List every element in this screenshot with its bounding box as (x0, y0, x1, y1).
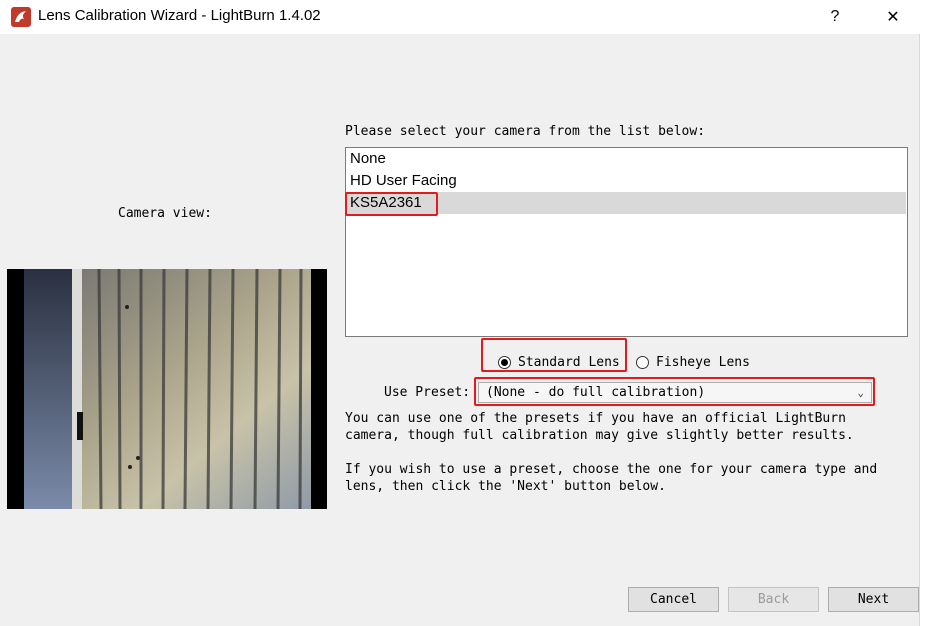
camera-view-image (7, 268, 327, 510)
camera-view-label: Camera view: (118, 206, 212, 221)
camera-list-label: Please select your camera from the list … (345, 124, 706, 139)
cancel-button[interactable]: Cancel (628, 587, 719, 612)
window-edge (919, 34, 925, 626)
highlight-box-camera (345, 192, 438, 216)
camera-list[interactable]: None HD User Facing KS5A2361 (345, 147, 908, 337)
close-button[interactable]: ✕ (870, 0, 916, 34)
lightburn-app-icon (11, 7, 31, 27)
window-title: Lens Calibration Wizard - LightBurn 1.4.… (38, 7, 321, 24)
preset-label: Use Preset: (384, 385, 471, 400)
highlight-box-preset (474, 377, 875, 406)
title-bar: Lens Calibration Wizard - LightBurn 1.4.… (0, 0, 925, 34)
next-button[interactable]: Next (828, 587, 919, 612)
help-button[interactable]: ? (812, 0, 858, 34)
camera-list-item-hd-user-facing[interactable]: HD User Facing (346, 170, 907, 192)
fisheye-lens-label[interactable]: Fisheye Lens (656, 355, 750, 370)
preset-description: You can use one of the presets if you ha… (345, 411, 854, 443)
highlight-box-lens (481, 338, 627, 372)
preset-instructions: If you wish to use a preset, choose the … (345, 462, 878, 494)
camera-list-item-none[interactable]: None (346, 148, 907, 170)
radio-fisheye-lens[interactable]: Fisheye Lens (636, 355, 750, 370)
radio-unchecked-icon[interactable] (636, 356, 649, 369)
back-button[interactable]: Back (728, 587, 819, 612)
